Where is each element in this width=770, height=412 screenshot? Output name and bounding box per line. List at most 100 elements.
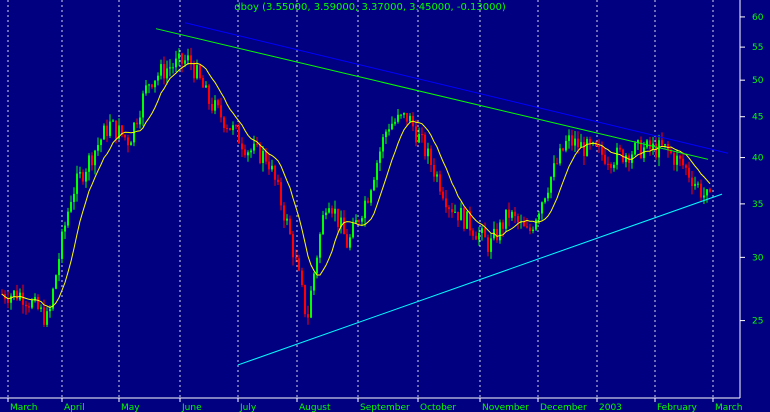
candle-body [307, 314, 309, 318]
candle-body [22, 292, 24, 305]
candle-body [565, 140, 567, 151]
candle-body [379, 151, 381, 163]
candle-body [13, 290, 15, 296]
candle-body [394, 121, 396, 124]
candle-body [700, 183, 702, 198]
candle-body [511, 211, 513, 218]
candle-body [430, 148, 432, 165]
candle-body [127, 137, 129, 146]
candle-body [7, 299, 9, 303]
candle-body [571, 135, 573, 146]
candle-body [172, 67, 174, 69]
candle-body [484, 228, 486, 238]
candle-body [676, 155, 678, 165]
trendline-cyan-support [237, 193, 723, 366]
candle-body [94, 150, 96, 166]
candle-body [487, 237, 489, 252]
candle-body [499, 222, 501, 241]
candle-body [529, 227, 531, 232]
candle-body [217, 100, 219, 106]
candle-body [685, 165, 687, 168]
candle-body [214, 100, 216, 111]
candle-body [208, 85, 210, 104]
month-label: July [239, 403, 257, 412]
month-label: October [420, 403, 456, 412]
candle-body [178, 53, 180, 59]
candle-body [388, 129, 390, 132]
candle-body [604, 154, 606, 164]
candle-body [406, 112, 408, 122]
candle-body [598, 145, 600, 147]
y-tick-label: 50 [752, 76, 764, 86]
price-chart: March April May June July August September Octo… [0, 0, 764, 412]
candle-body [409, 115, 411, 122]
candle-body [517, 216, 519, 223]
candle-body [40, 307, 42, 309]
candle-body [181, 53, 183, 64]
candle-body [433, 164, 435, 177]
candle-body [112, 120, 114, 122]
candle-body [613, 164, 615, 168]
candle-body [49, 308, 51, 312]
candle-body [538, 213, 540, 220]
candle-body [163, 64, 165, 79]
candle-body [130, 142, 132, 146]
candle-body [82, 172, 84, 182]
candle-body [55, 275, 57, 289]
y-tick-label: 40 [752, 154, 764, 164]
candle-body [385, 131, 387, 138]
candle-body [640, 140, 642, 159]
candle-body [244, 149, 246, 156]
candle-body [268, 161, 270, 170]
moving-average-line [1, 62, 711, 309]
candle-body [508, 209, 510, 218]
candle-body [706, 189, 708, 196]
candle-body [124, 134, 126, 138]
candle-body [142, 93, 144, 118]
trendline-upper-blue-resistance [184, 22, 729, 154]
candle-body [577, 138, 579, 148]
candle-body [76, 173, 78, 194]
candle-body [331, 208, 333, 214]
candle-body [367, 200, 369, 203]
candle-body [334, 208, 336, 214]
candle-body [175, 58, 177, 68]
candle-body [283, 205, 285, 221]
candle-body [400, 114, 402, 116]
candle-body [280, 182, 282, 206]
candle-body [616, 147, 618, 165]
candle-body [232, 125, 234, 131]
candle-body [442, 191, 444, 199]
candle-body [478, 232, 480, 240]
candle-body [262, 150, 264, 163]
candle-body [169, 67, 171, 69]
candle-body [373, 179, 375, 191]
candle-body [223, 117, 225, 128]
candle-body [106, 125, 108, 136]
candle-body [427, 148, 429, 157]
candle-body [445, 198, 447, 208]
y-tick-label: 30 [752, 253, 764, 263]
candle-body [586, 139, 588, 157]
candle-body [349, 237, 351, 248]
candle-body [97, 145, 99, 151]
candle-body [535, 219, 537, 230]
candle-body [325, 212, 327, 216]
candle-body [466, 211, 468, 229]
month-label: June [181, 403, 202, 412]
candle-body [91, 155, 93, 166]
candle-body [295, 257, 297, 259]
candle-body [196, 65, 198, 79]
candle-body [190, 55, 192, 64]
candle-body [148, 84, 150, 86]
candle-body [301, 270, 303, 286]
candle-body [235, 125, 237, 127]
candle-body [64, 225, 66, 232]
candle-body [709, 189, 711, 192]
candle-body [658, 140, 660, 158]
month-label: September [360, 403, 410, 412]
candle-body [103, 125, 105, 140]
candle-body [691, 177, 693, 187]
y-tick-label: 35 [752, 200, 763, 210]
candle-body [544, 198, 546, 203]
